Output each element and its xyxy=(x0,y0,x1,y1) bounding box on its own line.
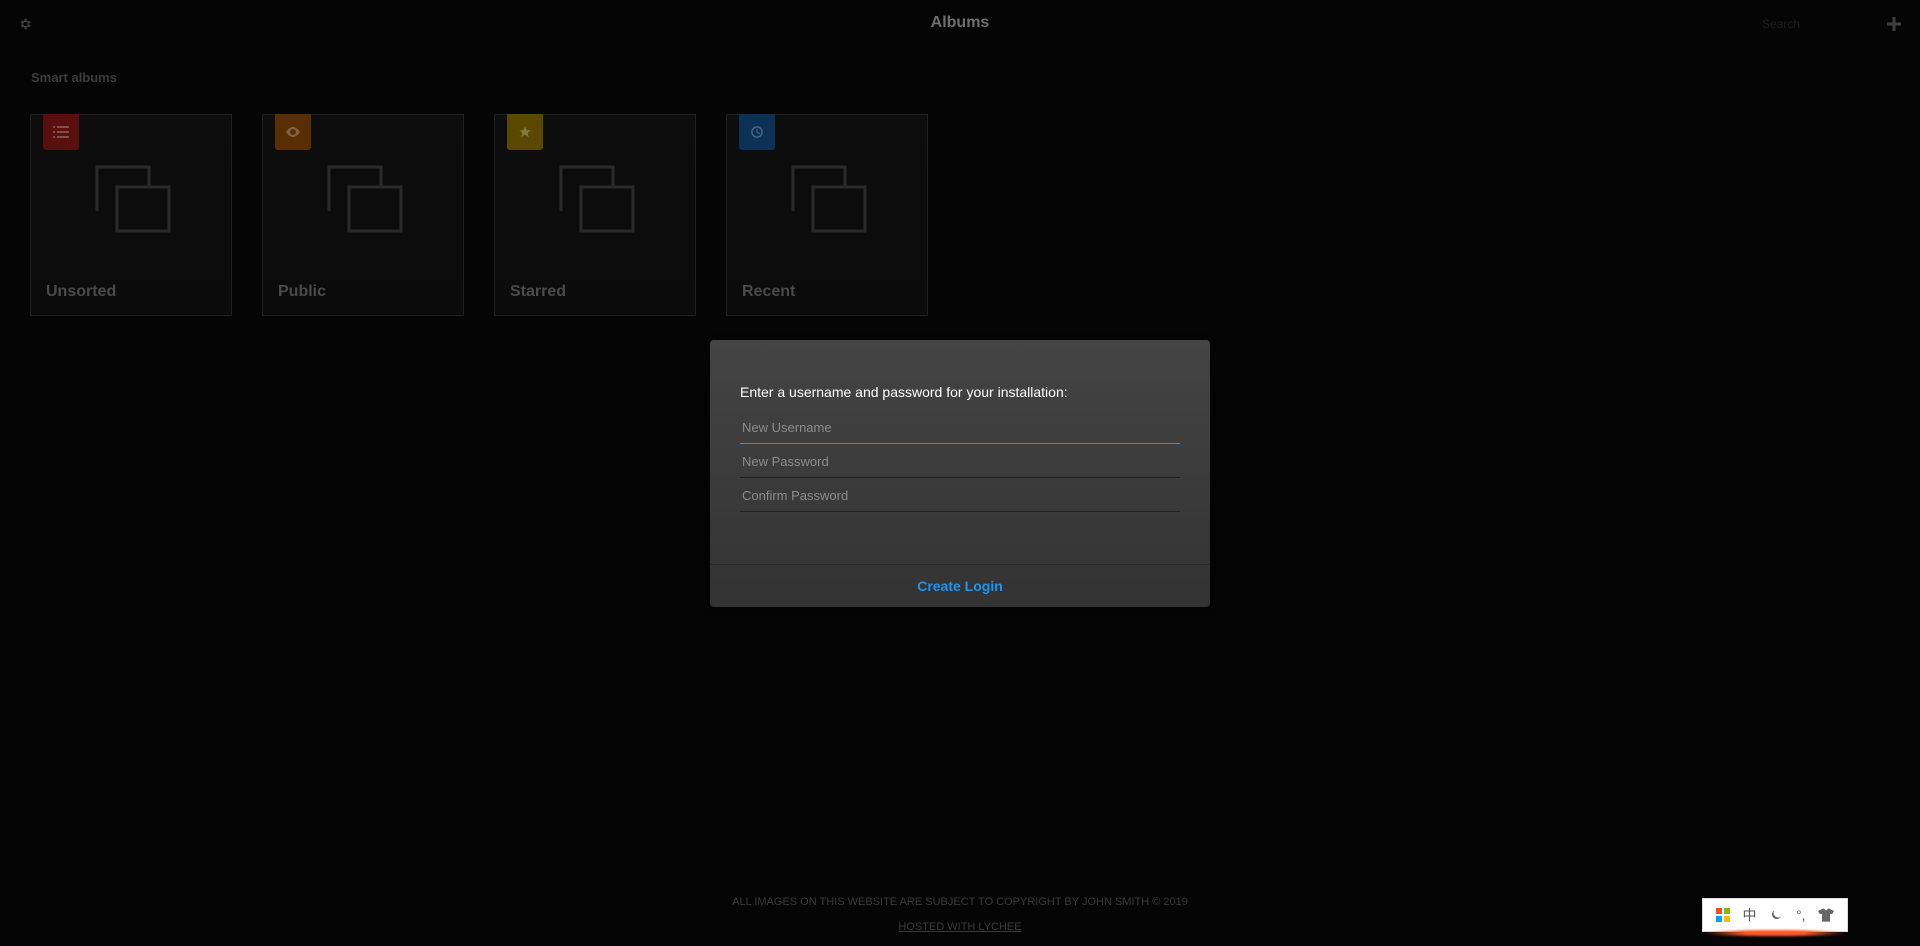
create-login-dialog: Enter a username and password for your i… xyxy=(710,340,1210,607)
album-recent[interactable]: Recent xyxy=(726,114,928,316)
album-title: Recent xyxy=(742,283,796,300)
shirt-icon[interactable] xyxy=(1818,908,1835,922)
album-public[interactable]: Public xyxy=(262,114,464,316)
album-badge xyxy=(507,114,543,150)
plus-icon xyxy=(1887,17,1901,31)
new-username-field[interactable] xyxy=(740,412,1180,444)
eye-icon xyxy=(286,127,300,137)
album-title: Starred xyxy=(510,283,567,300)
album-badge xyxy=(43,114,79,150)
album-badge xyxy=(739,114,775,150)
new-password-field[interactable] xyxy=(740,446,1180,478)
search-input[interactable] xyxy=(1760,14,1880,34)
dialog-message: Enter a username and password for your i… xyxy=(740,384,1068,400)
ime-toolbar: 中 °, xyxy=(1702,898,1848,932)
hosted-with-lychee-link[interactable]: HOSTED WITH LYCHEE xyxy=(0,921,1920,933)
footer-copyright: ALL IMAGES ON THIS WEBSITE ARE SUBJECT T… xyxy=(732,896,1188,908)
create-login-button[interactable]: Create Login xyxy=(710,565,1210,607)
album-title: Unsorted xyxy=(46,283,117,300)
list-icon xyxy=(53,126,69,138)
ime-toolbar-accent xyxy=(1702,930,1848,936)
album-starred[interactable]: Starred xyxy=(494,114,696,316)
add-button[interactable] xyxy=(1884,14,1904,34)
album-placeholder-icon xyxy=(95,165,171,238)
header: Albums xyxy=(0,0,1920,49)
moon-icon[interactable] xyxy=(1769,908,1783,922)
grid-icon[interactable] xyxy=(1715,908,1730,922)
album-badge xyxy=(275,114,311,150)
page-title: Albums xyxy=(930,14,990,31)
album-placeholder-icon xyxy=(327,165,403,238)
album-placeholder-icon xyxy=(559,165,635,238)
clock-icon xyxy=(751,126,763,138)
album-placeholder-icon xyxy=(791,165,867,238)
smart-albums-title: Smart albums xyxy=(31,70,117,85)
ime-punctuation[interactable]: °, xyxy=(1796,907,1806,923)
confirm-password-field[interactable] xyxy=(740,480,1180,512)
album-unsorted[interactable]: Unsorted xyxy=(30,114,232,316)
ime-chinese-mode[interactable]: 中 xyxy=(1743,905,1757,925)
album-title: Public xyxy=(278,283,327,300)
star-icon xyxy=(519,126,531,138)
